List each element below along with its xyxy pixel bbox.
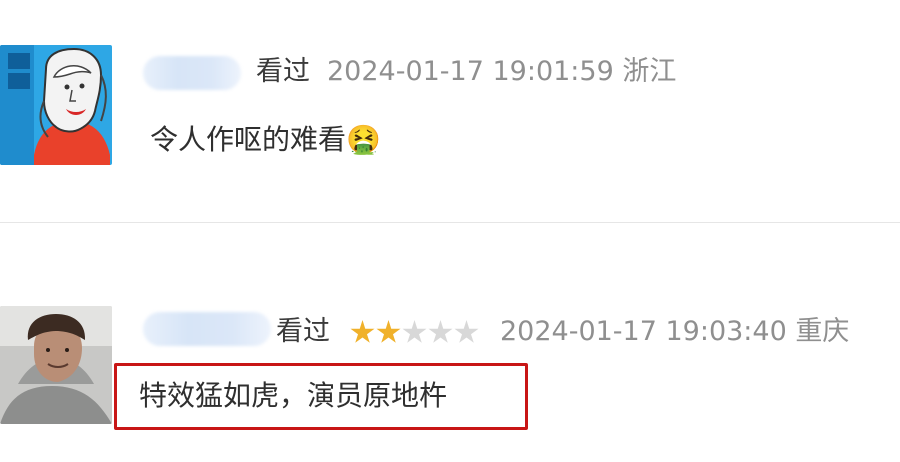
star-empty-icon (428, 320, 453, 343)
comment-card-1: 看过 2024-01-17 19:01:59 浙江 令人作呕的难看🤮 (0, 0, 900, 222)
highlighted-comment-box: 特效猛如虎，演员原地杵 (114, 363, 528, 430)
avatar[interactable] (0, 306, 112, 424)
watched-label: 看过 (256, 56, 310, 87)
comment-content: 特效猛如虎，演员原地杵 (139, 379, 448, 412)
username-blurred[interactable] (143, 56, 241, 90)
comment-meta: 2024-01-17 19:01:59 浙江 (327, 56, 677, 87)
star-empty-icon (402, 320, 427, 343)
star-empty-icon (454, 320, 479, 343)
star-filled-icon (350, 320, 375, 343)
star-filled-icon (376, 320, 401, 343)
star-rating (350, 316, 480, 348)
comment-meta: 2024-01-17 19:03:40 重庆 (500, 316, 850, 347)
avatar[interactable] (0, 45, 112, 165)
username-blurred[interactable] (143, 312, 271, 346)
man-selfie-avatar-icon (0, 306, 112, 424)
woman-portrait-avatar-icon (0, 45, 112, 165)
watched-label: 看过 (276, 316, 330, 347)
comment-card-2: 看过 2024-01-17 19:03:40 重庆 特效猛如虎，演员原地杵 (0, 223, 900, 462)
comment-content: 令人作呕的难看🤮 (150, 123, 381, 156)
